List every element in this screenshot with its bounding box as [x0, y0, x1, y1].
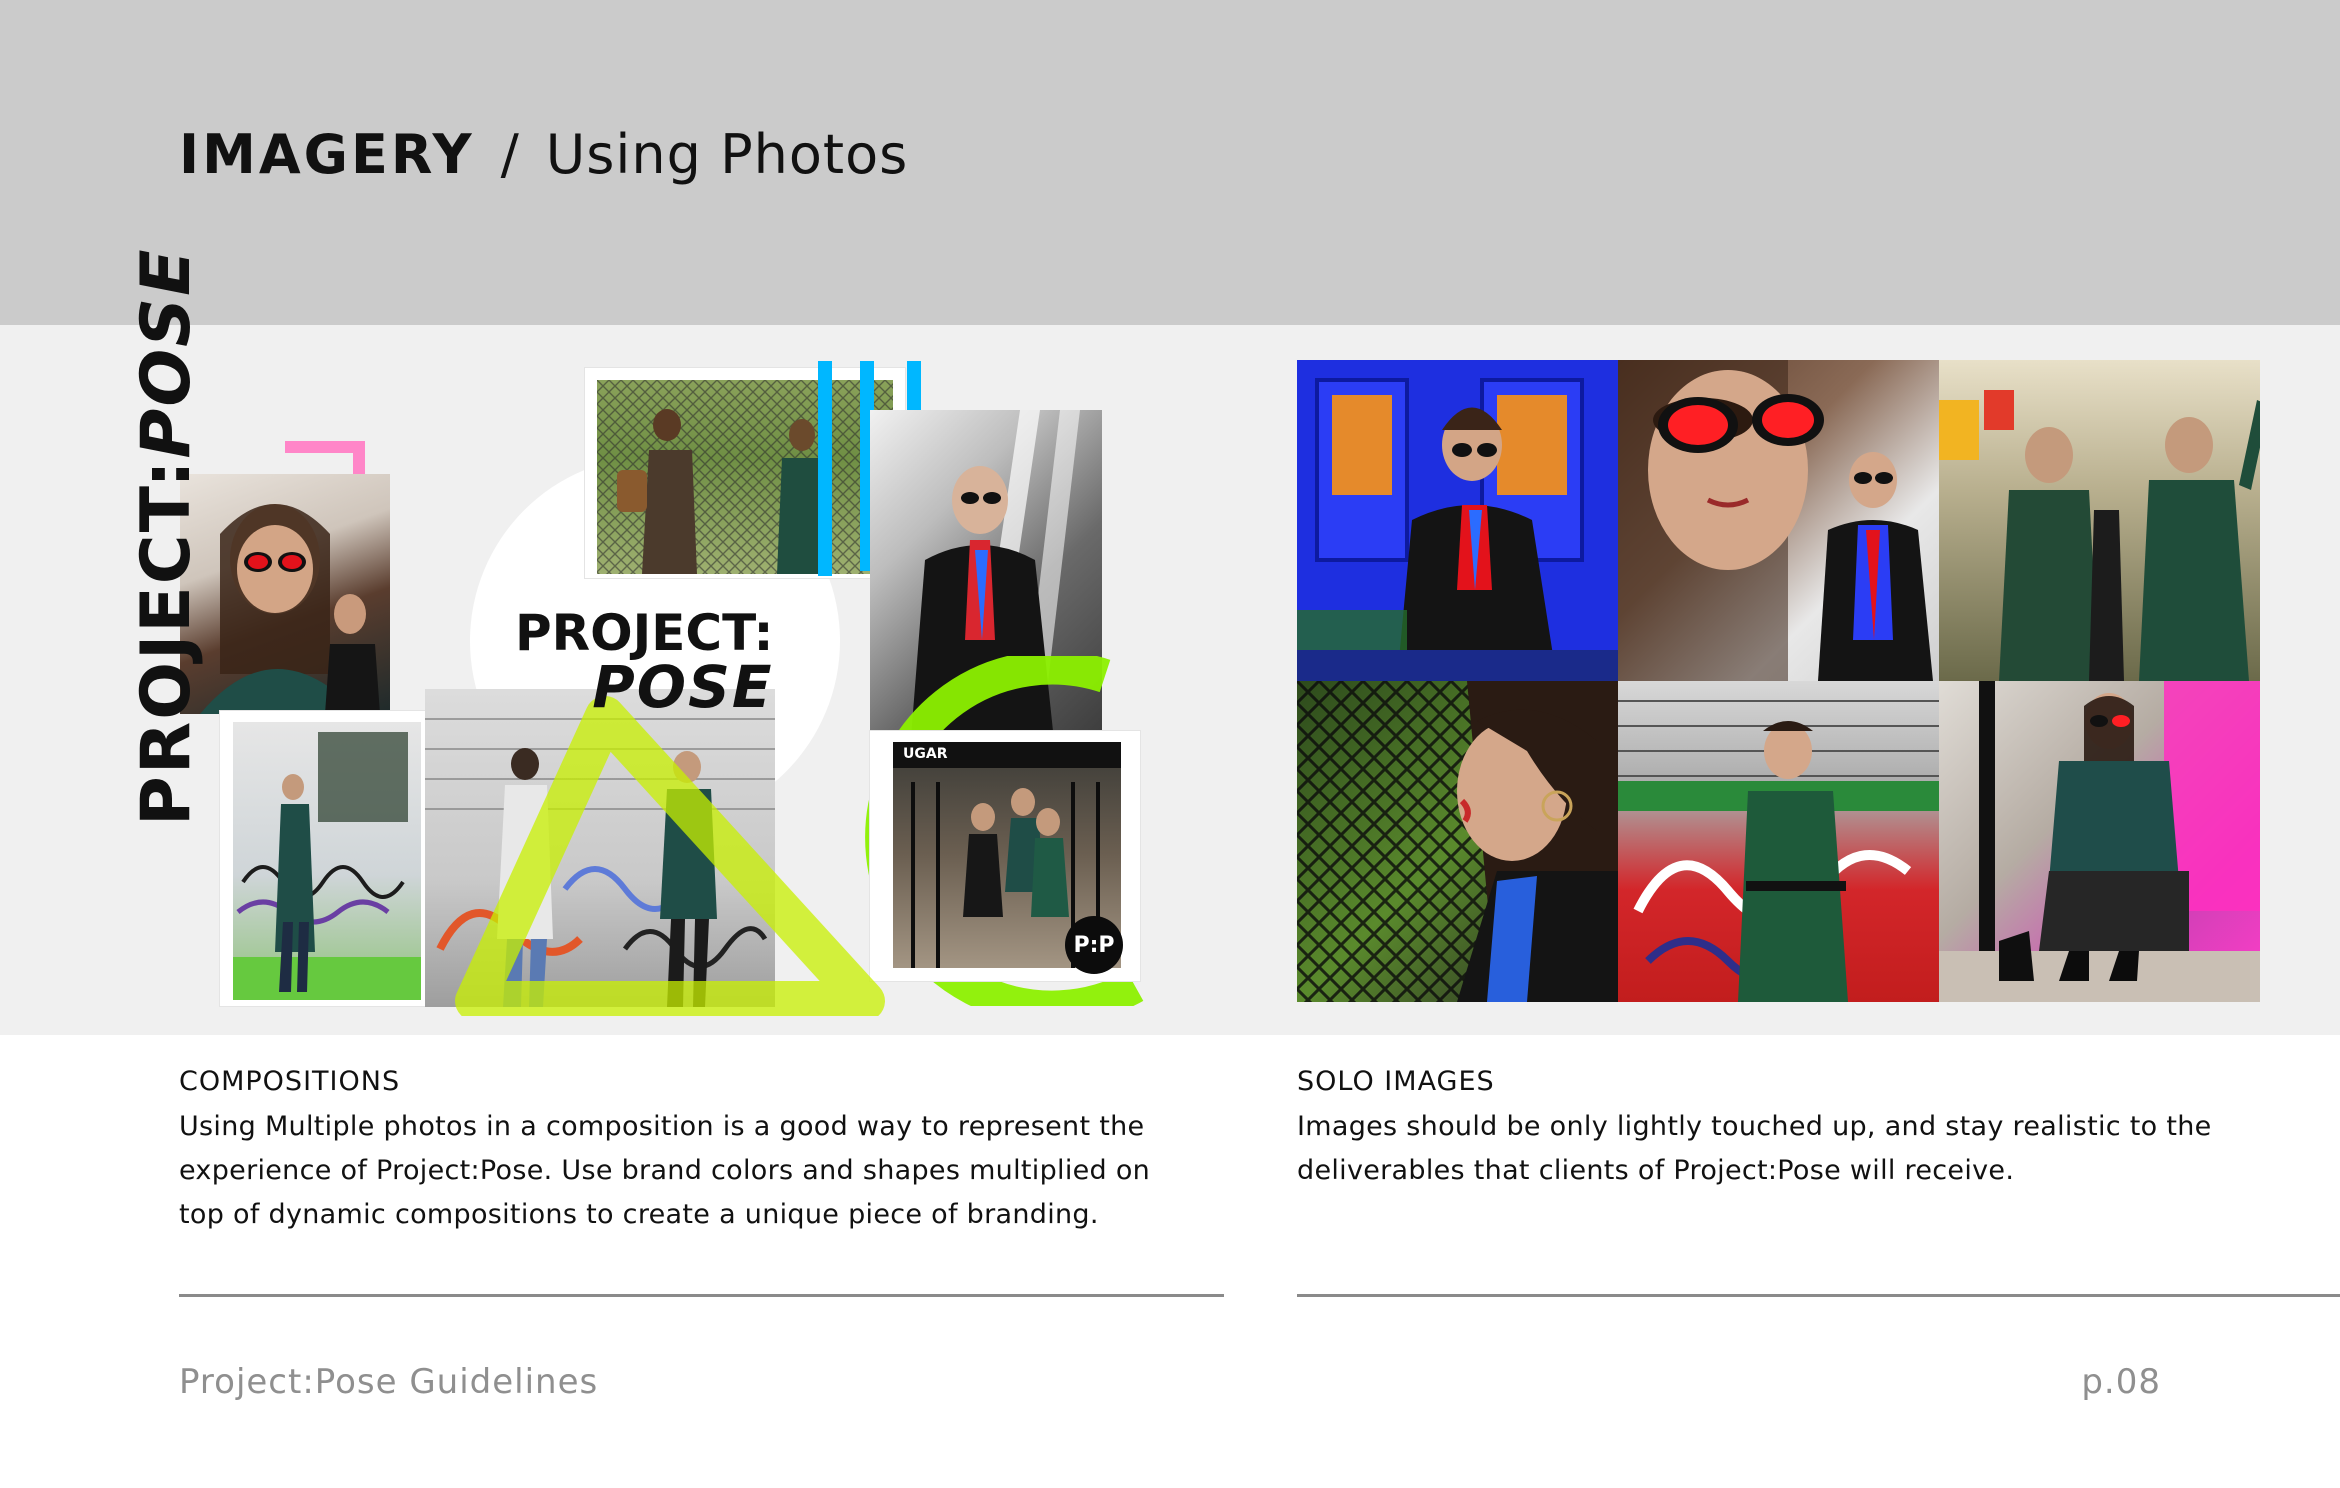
solo-photo-pink-storefront-illustration: [1939, 681, 2260, 1002]
solo-images-body-line: Images should be only lightly touched up…: [1297, 1111, 2212, 1142]
solo-photo-graffiti-shutter-illustration: [1618, 700, 1939, 1002]
heading-separator: /: [500, 123, 520, 186]
solo-images-body-line: deliverables that clients of Project:Pos…: [1297, 1155, 2015, 1186]
vertical-project-pose-logo: PROJECT:POSE: [127, 247, 206, 826]
vertical-logo-main: PROJECT:: [127, 458, 206, 826]
solo-photo-street-pose: [1939, 360, 2260, 681]
page-heading: IMAGERY / Using Photos: [179, 118, 908, 192]
compositions-body-line: top of dynamic compositions to create a …: [179, 1199, 1099, 1230]
solo-photo-fence-profile-illustration: [1297, 681, 1618, 1002]
section-title: IMAGERY: [179, 123, 475, 186]
solo-photo-blue-door: [1297, 360, 1618, 681]
solo-photo-red-sunglasses-illustration: [1618, 360, 1933, 681]
solo-images-body: Images should be only lightly touched up…: [1297, 1105, 2212, 1193]
compositions-body-line: experience of Project:Pose. Use brand co…: [179, 1155, 1151, 1186]
photo-chainlink-fence: [597, 380, 893, 574]
compositions-body: Using Multiple photos in a composition i…: [179, 1105, 1150, 1237]
solo-images-grid: [1297, 360, 2260, 1002]
photo-woman-sunglasses: [180, 474, 390, 714]
cyan-accent-bar: [818, 361, 832, 576]
solo-images-title: SOLO IMAGES: [1297, 1066, 1495, 1097]
pp-logo-badge: P:P: [1065, 916, 1123, 974]
solo-photo-fence-profile: [1297, 681, 1618, 1002]
footer-doc-title: Project:Pose Guidelines: [179, 1362, 599, 1402]
compositions-title: COMPOSITIONS: [179, 1066, 401, 1097]
cyan-accent-bar: [907, 361, 921, 411]
compositions-body-line: Using Multiple photos in a composition i…: [179, 1111, 1145, 1142]
photo-graffiti-wall: [233, 722, 421, 1000]
section-subtitle: Using Photos: [545, 123, 909, 186]
solo-photo-blue-door-illustration: [1297, 378, 1618, 681]
solo-photo-pink-storefront: [1939, 681, 2260, 1002]
section-divider-right: [1297, 1294, 2340, 1297]
solo-photo-graffiti-shutter: [1618, 681, 1939, 1002]
project-pose-logo: PROJECT: POSE: [515, 606, 774, 721]
photo-graffiti-wall-illustration: [233, 732, 421, 1000]
solo-photo-street-pose-illustration: [1939, 390, 2260, 681]
photo-woman-sunglasses-illustration: [200, 504, 380, 714]
composition-collage: UGAR P:P PROJECT: POSE PROJECT:POSE: [127, 247, 1160, 1016]
logo-line-2: POSE: [592, 653, 774, 721]
footer-page-number: p.08: [2081, 1362, 2161, 1402]
solo-photo-red-sunglasses: [1618, 360, 1939, 681]
vertical-logo-italic: POSE: [127, 247, 206, 459]
photo-chainlink-fence-illustration: [597, 380, 893, 574]
section-divider-left: [179, 1294, 1224, 1297]
